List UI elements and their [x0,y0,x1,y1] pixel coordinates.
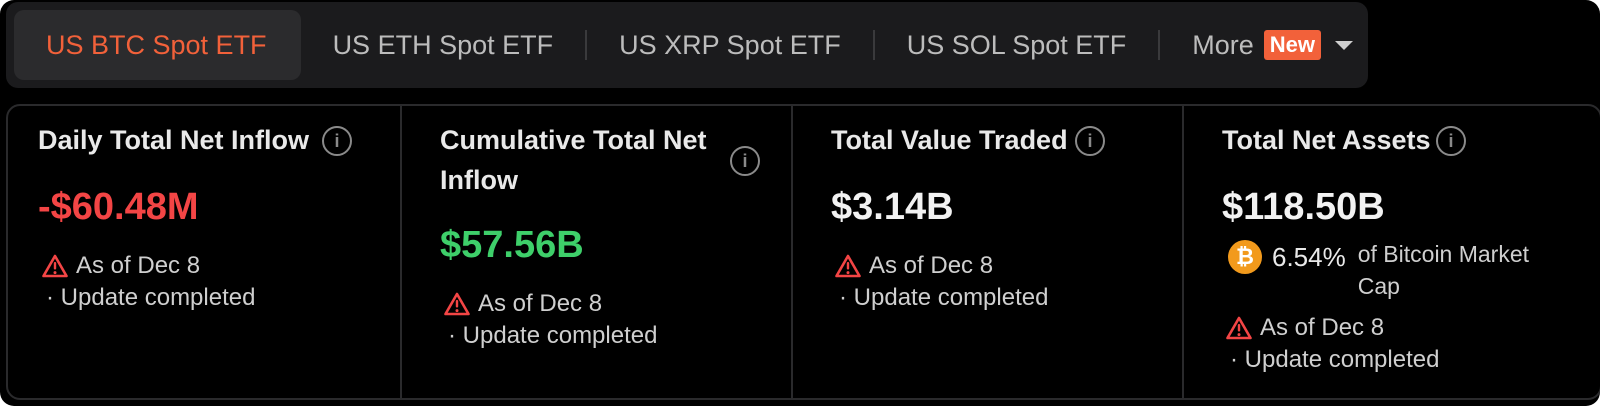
tab-label: US SOL Spot ETF [906,29,1127,60]
stat-card-daily-net-inflow: Daily Total Net Inflow i -$60.48M As of … [8,106,400,398]
status-update: · Update completed [1230,346,1440,373]
warning-icon [835,254,861,278]
stat-card-total-net-assets: Total Net Assets i $118.50B ₿ 6.54% of B… [1182,106,1600,398]
update-status: As of Dec 8 · Update completed [835,250,1048,314]
tab-label: US ETH Spot ETF [332,29,554,60]
status-date: As of Dec 8 [478,290,603,317]
card-value: $3.14B [831,186,954,228]
chevron-down-icon [1335,40,1354,50]
card-value: $118.50B [1222,186,1385,228]
share-percent: 6.54% [1272,242,1346,272]
card-title: Daily Total Net Inflow [38,125,310,155]
card-value: $57.56B [440,224,584,266]
status-update: · Update completed [448,322,658,349]
warning-icon [42,254,68,278]
bitcoin-icon: ₿ [1228,240,1262,274]
tab-us-xrp-spot-etf[interactable]: US XRP Spot ETF [587,10,873,80]
more-dropdown[interactable]: More New [1160,10,1354,80]
info-icon[interactable]: i [1436,126,1466,156]
status-update: · Update completed [839,284,1049,311]
status-update: · Update completed [46,284,256,311]
etf-tab-bar: US BTC Spot ETF US ETH Spot ETF US XRP S… [6,2,1368,88]
card-title: Total Value Traded [831,125,1068,155]
stat-card-total-value-traded: Total Value Traded i $3.14B As of Dec 8 … [791,106,1182,398]
status-date: As of Dec 8 [869,252,994,279]
etf-widget: US BTC Spot ETF US ETH Spot ETF US XRP S… [0,0,1600,406]
card-value: -$60.48M [38,186,199,228]
stat-card-cumulative-net-inflow: Cumulative Total Net Inflow i $57.56B As… [400,106,791,398]
info-icon[interactable]: i [322,126,352,156]
card-title: Total Net Assets [1222,125,1431,155]
info-icon[interactable]: i [730,146,760,176]
warning-icon [1226,316,1252,340]
update-status: As of Dec 8 · Update completed [444,288,657,352]
update-status: As of Dec 8 · Update completed [42,250,255,314]
new-badge: New [1263,30,1322,60]
update-status: As of Dec 8 · Update completed [1226,312,1439,376]
share-label: of Bitcoin Market Cap [1357,241,1530,299]
tab-us-btc-spot-etf[interactable]: US BTC Spot ETF [14,10,301,80]
tab-us-sol-spot-etf[interactable]: US SOL Spot ETF [875,10,1159,80]
tab-us-eth-spot-etf[interactable]: US ETH Spot ETF [333,10,586,80]
etf-stats-panel: Daily Total Net Inflow i -$60.48M As of … [6,104,1600,400]
more-label: More [1192,29,1254,60]
status-date: As of Dec 8 [1260,314,1385,341]
warning-icon [444,292,470,316]
tab-label: US BTC Spot ETF [46,29,267,60]
status-date: As of Dec 8 [76,252,201,279]
info-icon[interactable]: i [1075,126,1105,156]
market-cap-share: ₿ 6.54% of Bitcoin Market Cap [1228,238,1558,302]
tab-label: US XRP Spot ETF [619,29,841,60]
card-title: Cumulative Total Net Inflow [440,125,707,195]
